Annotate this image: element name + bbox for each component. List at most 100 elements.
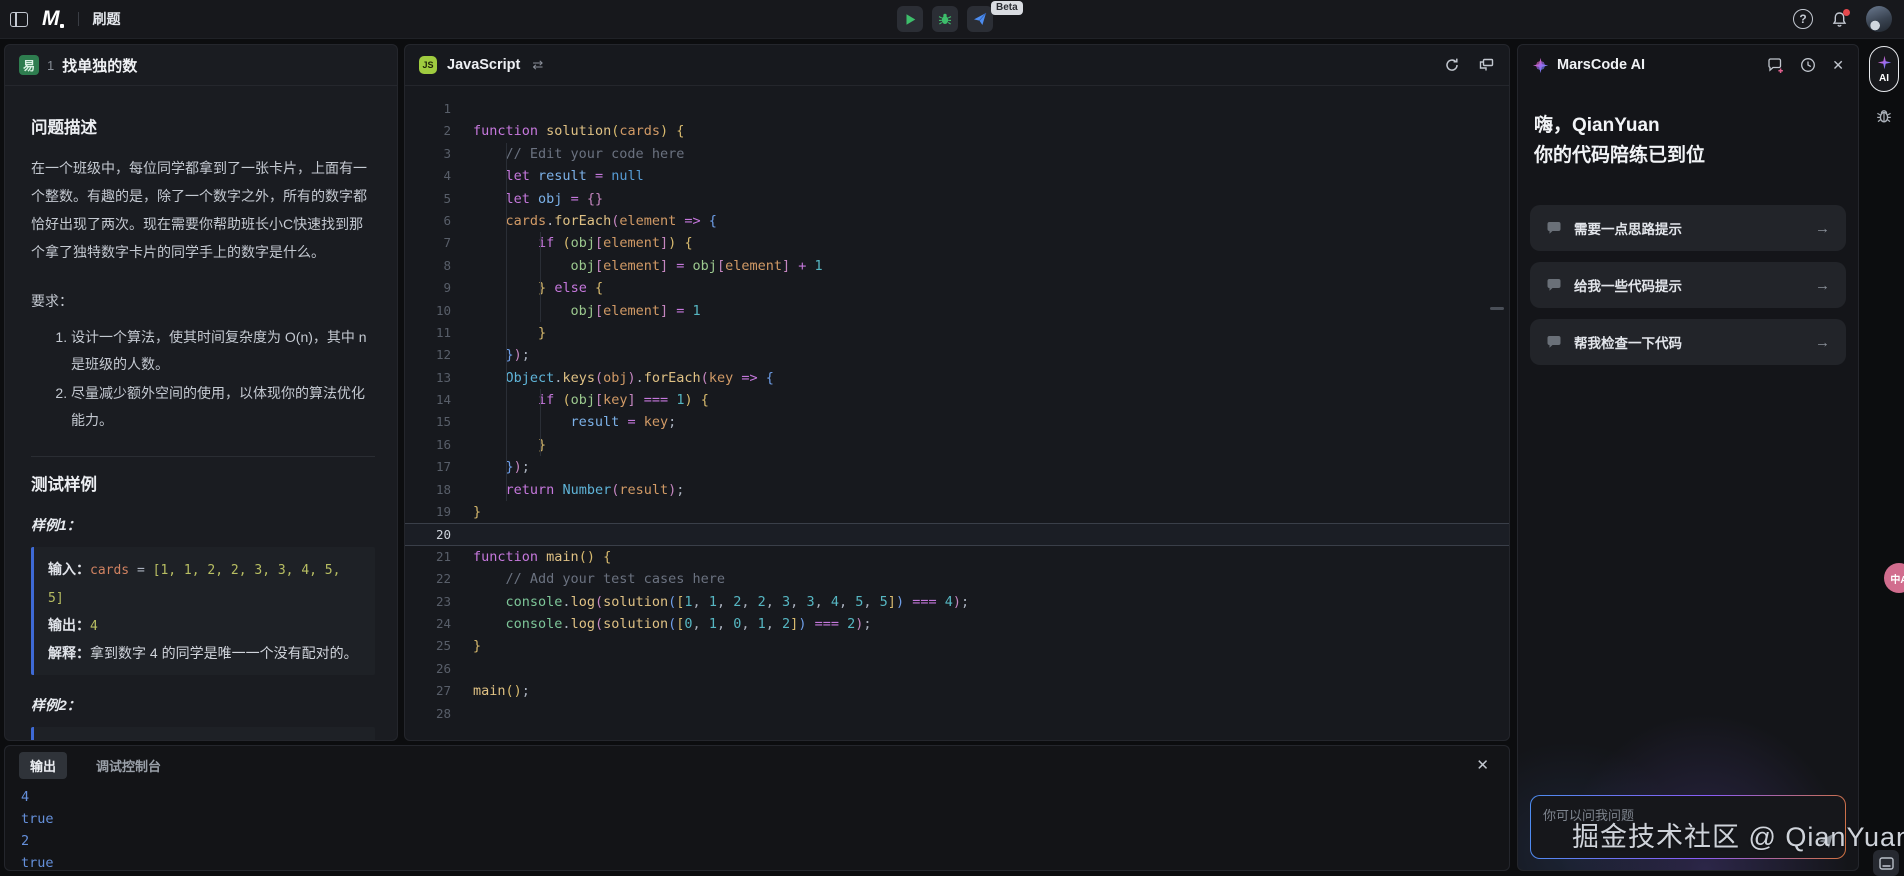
console-line: true [21,808,1493,830]
language-label: JavaScript [447,57,520,73]
code-line-25[interactable]: 25} [405,635,1509,657]
code-line-24[interactable]: 24 console.log(solution([0, 1, 0, 1, 2])… [405,613,1509,635]
code-editor[interactable]: 12function solution(cards) {3 // Edit yo… [405,86,1509,725]
line-number: 16 [405,434,473,456]
suggestion-card[interactable]: 帮我检查一下代码 → [1530,319,1846,365]
example-block: 输入：cards = [1, 1, 2, 2, 3, 3, 4, 5, 5]输出… [31,547,375,675]
problem-index: 1 [47,58,54,73]
requirement-item: 尽量减少额外空间的使用，以体现你的算法优化能力。 [71,380,375,434]
code-line-11[interactable]: 11 } [405,322,1509,344]
app-title[interactable]: 刷题 [93,9,121,29]
code-line-8[interactable]: 8 obj[element] = obj[element] + 1 [405,255,1509,277]
code-line-2[interactable]: 2function solution(cards) { [405,120,1509,142]
code-line-15[interactable]: 15 result = key; [405,411,1509,433]
tab-debug-console[interactable]: 调试控制台 [85,752,172,779]
assistant-close-icon[interactable]: ✕ [1832,57,1844,74]
line-number: 12 [405,344,473,366]
line-number: 17 [405,456,473,478]
assistant-title: MarsCode AI [1557,57,1645,73]
line-number: 14 [405,389,473,411]
run-button[interactable] [897,6,923,32]
code-line-22[interactable]: 22 // Add your test cases here [405,568,1509,590]
console-close-icon[interactable]: ✕ [1476,756,1495,774]
javascript-icon: JS [419,56,437,74]
notification-bell-icon[interactable] [1831,11,1848,28]
reset-code-icon[interactable] [1444,57,1460,73]
code-line-19[interactable]: 19} [405,501,1509,523]
new-chat-icon[interactable] [1767,57,1784,74]
code-line-17[interactable]: 17 }); [405,456,1509,478]
play-icon [904,13,917,26]
code-line-28[interactable]: 28 [405,703,1509,725]
suggestion-card[interactable]: 需要一点思路提示→ [1530,205,1846,251]
problem-title: 找单独的数 [62,55,137,76]
line-number: 3 [405,143,473,165]
code-line-4[interactable]: 4 let result = null [405,165,1509,187]
console-header: 输出 调试控制台 ✕ [5,746,1509,784]
editor-panel: JS JavaScript ⇄ 12function solution(card… [404,44,1510,741]
translate-icon[interactable]: 中A [1884,563,1904,593]
code-line-20[interactable]: 20 [405,523,1509,545]
assistant-greeting: 嗨，QianYuan 你的代码陪练已到位 [1518,85,1858,177]
avatar[interactable] [1866,6,1892,32]
code-line-5[interactable]: 5 let obj = {} [405,188,1509,210]
line-number: 1 [405,98,473,120]
indent-guide [540,232,541,322]
line-number: 13 [405,367,473,389]
console-line: 4 [21,786,1493,808]
line-number: 11 [405,322,473,344]
code-line-3[interactable]: 3 // Edit your code here [405,143,1509,165]
line-number: 9 [405,277,473,299]
indent-guide [506,143,507,501]
code-line-26[interactable]: 26 [405,658,1509,680]
difficulty-badge: 易 [19,55,39,75]
submit-button[interactable]: Beta [967,6,993,32]
chat-bubble-icon [1546,335,1562,350]
send-icon[interactable] [1817,832,1835,850]
code-line-16[interactable]: 16 } [405,434,1509,456]
language-switch-icon[interactable]: ⇄ [532,57,543,73]
help-icon[interactable]: ? [1793,9,1813,29]
code-line-1[interactable]: 1 [405,98,1509,120]
code-line-14[interactable]: 14 if (obj[key] === 1) { [405,389,1509,411]
arrow-icon: → [1815,334,1830,351]
editor-header: JS JavaScript ⇄ [405,45,1509,86]
tab-output[interactable]: 输出 [19,752,67,779]
code-line-9[interactable]: 9 } else { [405,277,1509,299]
bug-report-icon[interactable] [1875,107,1893,125]
beta-badge: Beta [991,1,1023,15]
code-line-7[interactable]: 7 if (obj[element]) { [405,232,1509,254]
suggestion-card[interactable]: 给我一些代码提示→ [1530,262,1846,308]
line-number: 27 [405,680,473,702]
requirement-item: 设计一个算法，使其时间复杂度为 O(n)，其中 n 是班级的人数。 [71,324,375,378]
code-line-27[interactable]: 27main(); [405,680,1509,702]
sparkle-icon [1532,57,1549,74]
history-icon[interactable] [1800,57,1816,73]
debug-button[interactable] [932,6,958,32]
code-line-23[interactable]: 23 console.log(solution([1, 1, 2, 2, 3, … [405,591,1509,613]
suggestion-cards: 需要一点思路提示→ 给我一些代码提示→ 帮我检查一下代码 → [1518,177,1858,365]
console-output: 4true2true [5,784,1509,876]
marscode-logo[interactable]: M [42,7,64,31]
chat-input[interactable]: 你可以问我问题 [1530,795,1846,859]
line-number: 8 [405,255,473,277]
sidebar-toggle-icon[interactable] [10,12,28,27]
examples-container: 样例1：输入：cards = [1, 1, 2, 2, 3, 3, 4, 5, … [31,515,375,741]
code-line-6[interactable]: 6 cards.forEach(element => { [405,210,1509,232]
code-line-10[interactable]: 10 obj[element] = 1 [405,300,1509,322]
ai-assistant-toggle[interactable]: AI [1869,46,1899,92]
code-line-21[interactable]: 21function main() { [405,546,1509,568]
editor-scrollbar[interactable] [1490,307,1504,310]
code-line-13[interactable]: 13 Object.keys(obj).forEach(key => { [405,367,1509,389]
line-number: 21 [405,546,473,568]
line-number: 18 [405,479,473,501]
reader-card-icon[interactable] [1873,850,1899,876]
assistant-header: MarsCode AI ✕ [1518,45,1858,85]
code-line-18[interactable]: 18 return Number(result); [405,479,1509,501]
format-code-icon[interactable] [1478,57,1495,73]
divider [31,456,375,457]
suggestion-label: 帮我检查一下代码 [1574,332,1682,352]
code-line-12[interactable]: 12 }); [405,344,1509,366]
notification-dot [1843,9,1850,16]
section-title-description: 问题描述 [31,114,375,138]
